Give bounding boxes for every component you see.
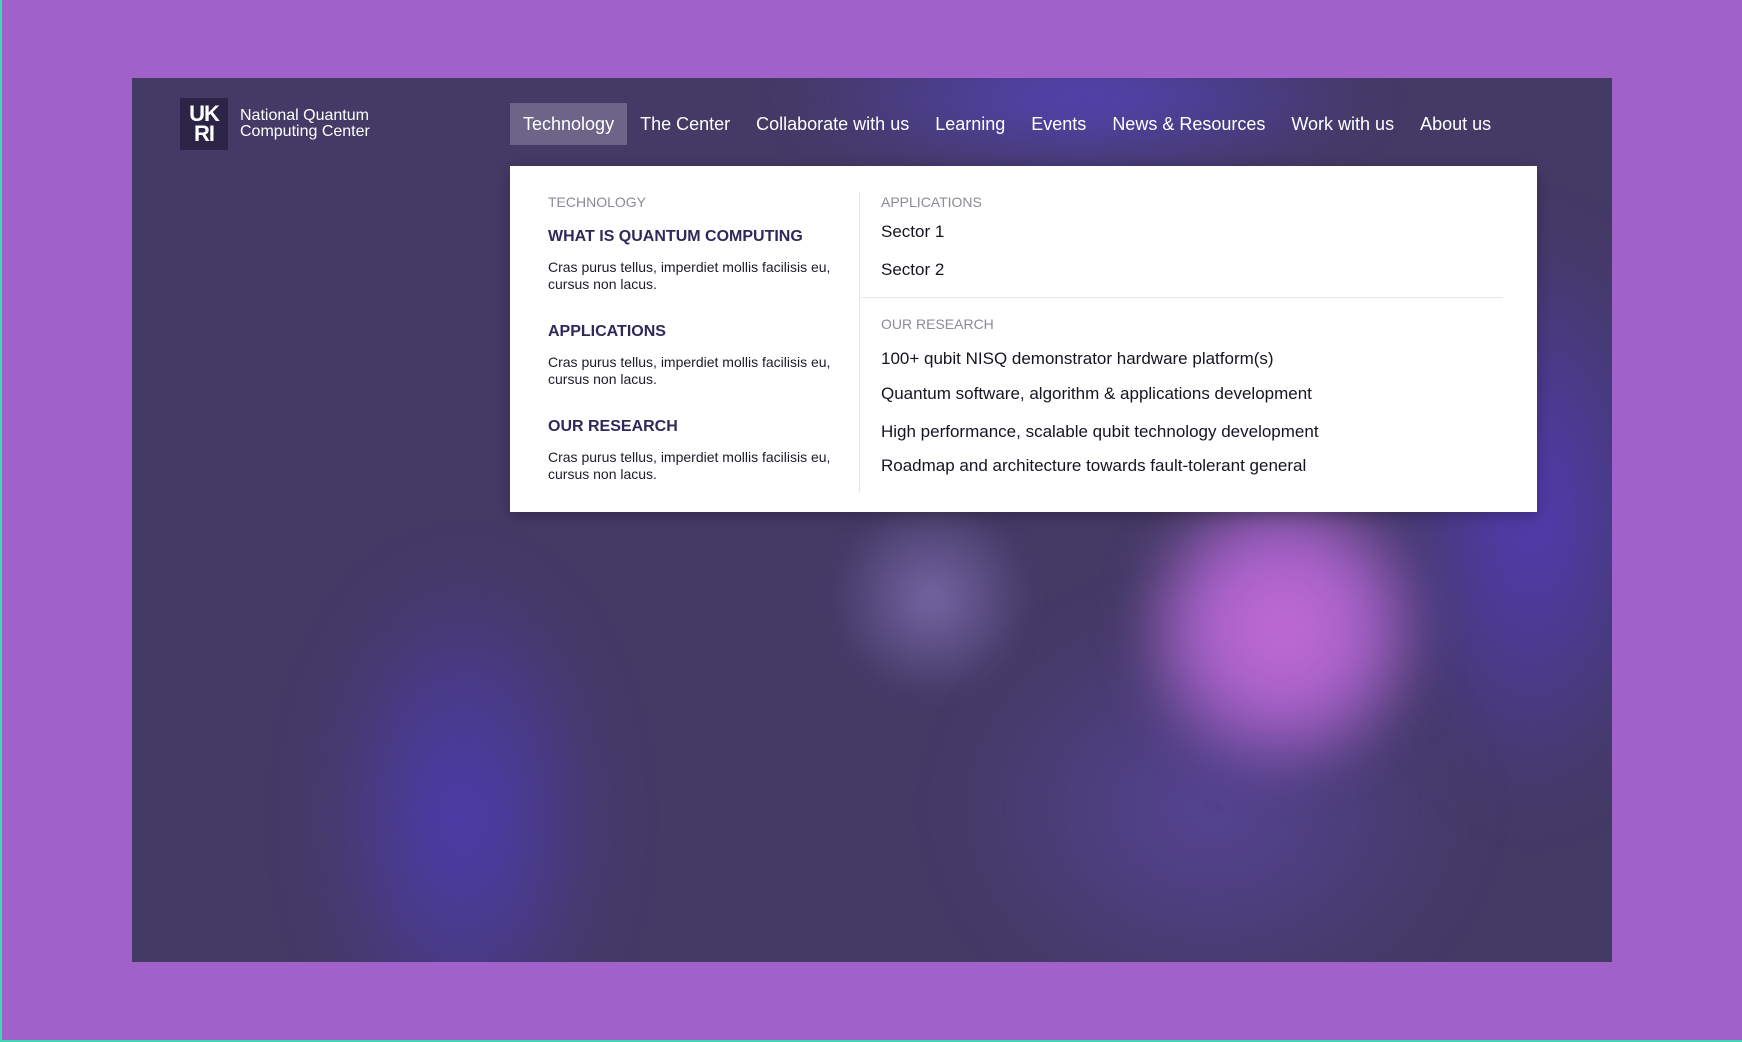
nav-item-work-with-us[interactable]: Work with us bbox=[1278, 103, 1407, 145]
menu-block-what-is-qc: WHAT IS QUANTUM COMPUTING Cras purus tel… bbox=[548, 228, 848, 293]
menu-block-our-research: OUR RESEARCH Cras purus tellus, imperdie… bbox=[548, 418, 848, 483]
link-research-software[interactable]: Quantum software, algorithm & applicatio… bbox=[881, 384, 1506, 404]
section-label-applications: APPLICATIONS bbox=[881, 194, 982, 210]
link-sector-2[interactable]: Sector 2 bbox=[881, 260, 1506, 280]
link-research-roadmap[interactable]: Roadmap and architecture towards fault-t… bbox=[881, 456, 1506, 476]
link-research-nisq[interactable]: 100+ qubit NISQ demonstrator hardware pl… bbox=[881, 349, 1506, 369]
nav-item-learning[interactable]: Learning bbox=[922, 103, 1018, 145]
logo-mark-line-2: RI bbox=[194, 121, 215, 146]
menu-heading-applications[interactable]: APPLICATIONS bbox=[548, 323, 848, 341]
nav-item-collaborate[interactable]: Collaborate with us bbox=[743, 103, 922, 145]
menu-heading-our-research[interactable]: OUR RESEARCH bbox=[548, 418, 848, 436]
link-research-qubit-tech[interactable]: High performance, scalable qubit technol… bbox=[881, 422, 1506, 442]
applications-list: Sector 1 Sector 2 bbox=[881, 222, 1506, 280]
research-list: 100+ qubit NISQ demonstrator hardware pl… bbox=[881, 349, 1506, 476]
main-nav: Technology The Center Collaborate with u… bbox=[510, 103, 1504, 145]
menu-description: Cras purus tellus, imperdiet mollis faci… bbox=[548, 449, 831, 482]
menu-description: Cras purus tellus, imperdiet mollis faci… bbox=[548, 354, 831, 387]
hero-glow bbox=[312, 558, 612, 962]
section-divider bbox=[861, 297, 1503, 298]
hero-glow bbox=[832, 498, 1032, 698]
technology-mega-menu: TECHNOLOGY WHAT IS QUANTUM COMPUTING Cra… bbox=[510, 166, 1537, 512]
site-name-line-1: National Quantum bbox=[240, 107, 369, 124]
section-label-our-research: OUR RESEARCH bbox=[881, 316, 994, 332]
website-preview: UK RI National Quantum Computing Center … bbox=[132, 78, 1612, 962]
site-name-line-2: Computing Center bbox=[240, 123, 370, 140]
nav-item-events[interactable]: Events bbox=[1018, 103, 1099, 145]
ukri-logo-mark: UK RI bbox=[180, 98, 228, 150]
frame-edge-left bbox=[0, 0, 2, 1042]
link-sector-1[interactable]: Sector 1 bbox=[881, 222, 1506, 242]
menu-heading-what-is-qc[interactable]: WHAT IS QUANTUM COMPUTING bbox=[548, 228, 848, 246]
mega-menu-overview-column: TECHNOLOGY WHAT IS QUANTUM COMPUTING Cra… bbox=[548, 194, 848, 483]
nav-item-technology[interactable]: Technology bbox=[510, 103, 628, 145]
mega-menu-links-column: APPLICATIONS Sector 1 Sector 2 OUR RESEA… bbox=[861, 194, 1506, 476]
menu-description: Cras purus tellus, imperdiet mollis faci… bbox=[548, 259, 831, 292]
nav-item-about-us[interactable]: About us bbox=[1407, 103, 1504, 145]
nav-item-news-resources[interactable]: News & Resources bbox=[1099, 103, 1278, 145]
site-logo[interactable]: UK RI National Quantum Computing Center bbox=[180, 98, 370, 150]
nav-item-the-center[interactable]: The Center bbox=[627, 103, 743, 145]
site-name: National Quantum Computing Center bbox=[240, 108, 370, 140]
column-divider bbox=[859, 192, 860, 492]
menu-block-applications: APPLICATIONS Cras purus tellus, imperdie… bbox=[548, 323, 848, 388]
section-label-technology: TECHNOLOGY bbox=[548, 194, 647, 210]
